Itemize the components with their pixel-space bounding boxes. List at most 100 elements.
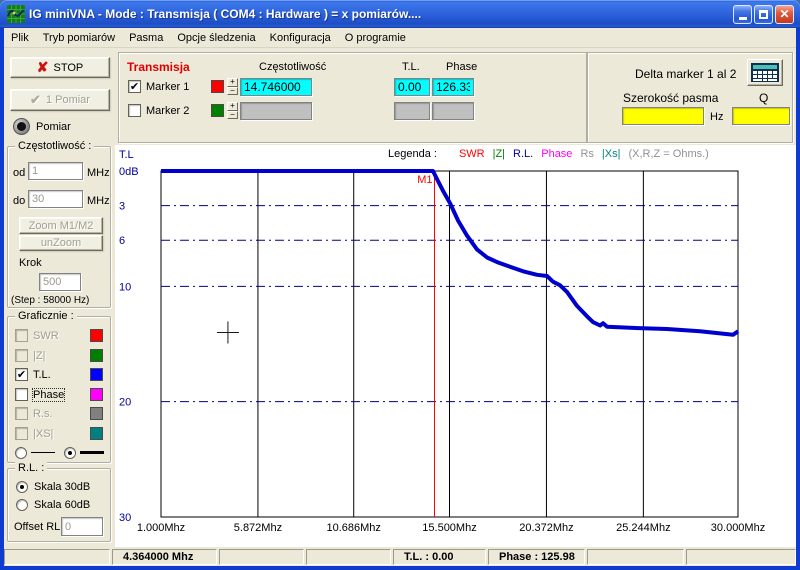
trace-checkbox-|XS|[interactable] <box>15 427 28 440</box>
window-border-right <box>796 28 800 566</box>
y-tick-label-0: 0dB <box>119 166 139 178</box>
line-thin-radio[interactable] <box>15 447 27 459</box>
krok-label: Krok <box>19 257 42 269</box>
marker2-label: Marker 2 <box>146 105 189 117</box>
x-tick-label-3: 15.500Mhz <box>422 522 476 534</box>
status-bar: 4.364000 MhzT.L. : 0.00Phase : 125.98 <box>4 547 796 566</box>
window-border-bottom <box>0 566 800 570</box>
x-tick-label-2: 10.686Mhz <box>326 522 380 534</box>
one-pomiar-label: 1 Pomiar <box>46 94 90 106</box>
menu-item-1[interactable]: Tryb pomiarów <box>36 30 122 46</box>
rl-scale-radio-0[interactable] <box>16 481 28 493</box>
trace-color-swatch-T.L. <box>90 368 103 381</box>
marker1-color-swatch <box>211 80 224 93</box>
x-tick-label-0: 1.000Mhz <box>137 522 185 534</box>
krok-input[interactable] <box>39 273 81 291</box>
status-panel-4: T.L. : 0.00 <box>393 549 486 565</box>
line-thick-radio[interactable] <box>64 447 76 459</box>
marker1-spin-down-button[interactable]: − <box>227 87 238 96</box>
menu-item-2[interactable]: Pasma <box>122 30 170 46</box>
status-panel-1: 4.364000 Mhz <box>112 549 217 565</box>
marker2-spin-up-button[interactable]: + <box>227 102 238 111</box>
trace-label-SWR: SWR <box>33 330 59 342</box>
rl-scale-label-0: Skala 30dB <box>34 481 90 493</box>
check-icon: ✔ <box>30 92 41 108</box>
legend-item-1: |Z| <box>493 148 505 160</box>
od-label: od <box>13 167 25 179</box>
marker1-checkbox[interactable]: ✔ <box>128 80 141 93</box>
trace-color-swatch-Phase <box>90 388 103 401</box>
menu-bar: PlikTryb pomiarówPasmaOpcje śledzeniaKon… <box>0 28 800 48</box>
close-button[interactable]: ✕ <box>775 5 794 24</box>
marker2-checkbox[interactable] <box>128 104 141 117</box>
offset-rl-input[interactable] <box>61 517 103 536</box>
marker2-freq-field[interactable] <box>240 102 312 120</box>
trace-checkbox-Phase[interactable] <box>15 388 28 401</box>
tl-column-header: T.L. <box>402 61 420 73</box>
minimize-icon <box>739 17 747 20</box>
q-field <box>732 107 790 125</box>
marker2-spin-down-button[interactable]: − <box>227 111 238 120</box>
marker1-freq-field[interactable] <box>240 78 312 96</box>
zoom-m1m2-button[interactable]: Zoom M1/M2 <box>19 217 103 234</box>
trace-checkbox-T.L.[interactable]: ✔ <box>15 368 28 381</box>
stop-button-label: STOP <box>53 62 83 74</box>
menu-item-0[interactable]: Plik <box>4 30 36 46</box>
marker1-phase-field <box>432 78 474 96</box>
freq-to-input[interactable] <box>28 190 83 208</box>
menu-item-5[interactable]: O programie <box>338 30 413 46</box>
y-tick-label-3: 10 <box>119 281 131 293</box>
legend-item-2: R.L. <box>513 148 533 160</box>
y-tick-label-2: 6 <box>119 235 125 247</box>
minimize-button[interactable] <box>733 5 752 24</box>
maximize-button[interactable] <box>754 5 773 24</box>
phase-column-header: Phase <box>446 61 477 73</box>
legend-item-4: Rs <box>580 148 593 160</box>
freq-from-input[interactable] <box>28 162 83 180</box>
y-tick-label-1: 3 <box>119 201 125 213</box>
offset-rl-label: Offset RL <box>14 521 60 533</box>
trace-checkbox-R.s.[interactable] <box>15 407 28 420</box>
pomiar-led-label: Pomiar <box>36 121 71 133</box>
do-unit-label: MHz <box>87 195 110 207</box>
stop-button[interactable]: ✘ STOP <box>10 57 110 78</box>
frequency-group-title: Częstotliwość : <box>15 140 94 152</box>
trace-label-Phase: Phase <box>33 389 64 401</box>
freq-column-header: Częstotliwość <box>259 61 326 73</box>
marker2-phase-field <box>432 102 474 120</box>
maximize-icon <box>759 10 768 19</box>
menu-item-3[interactable]: Opcje śledzenia <box>170 30 262 46</box>
trace-label-|Z|: |Z| <box>33 350 45 362</box>
marker1-spin-up-button[interactable]: + <box>227 78 238 87</box>
legend-title: Legenda : <box>388 148 437 160</box>
trace-color-swatch-|XS| <box>90 427 103 440</box>
trace-check-icon: ✔ <box>17 370 26 380</box>
rl-scale-radio-1[interactable] <box>16 499 28 511</box>
trace-checkbox-|Z|[interactable] <box>15 349 28 362</box>
status-panel-7 <box>686 549 796 565</box>
window-title: IG miniVNA - Mode : Transmisja ( COM4 : … <box>29 7 733 21</box>
marker1-spinner[interactable]: + − <box>227 78 238 95</box>
q-label: Q <box>759 91 768 105</box>
title-bar[interactable]: IG miniVNA - Mode : Transmisja ( COM4 : … <box>0 0 800 28</box>
marker-panel: Transmisja Częstotliwość T.L. Phase ✔ Ma… <box>118 52 793 143</box>
panel-divider <box>586 53 588 142</box>
one-pomiar-button[interactable]: ✔ 1 Pomiar <box>10 89 110 111</box>
y-tick-label-5: 30 <box>119 512 131 524</box>
calculator-button[interactable] <box>747 59 783 86</box>
legend-item-6: (X,R,Z = Ohms.) <box>628 148 708 160</box>
do-label: do <box>13 195 25 207</box>
marker2-spinner[interactable]: + − <box>227 102 238 119</box>
trace-label-T.L.: T.L. <box>33 369 51 381</box>
legend-item-3: Phase <box>541 148 572 160</box>
menu-item-4[interactable]: Konfiguracja <box>263 30 338 46</box>
rl-scale-label-1: Skala 60dB <box>34 499 90 511</box>
unzoom-button[interactable]: unZoom <box>19 235 103 251</box>
marker1-check-icon: ✔ <box>130 82 139 92</box>
calculator-icon <box>751 63 779 82</box>
status-panel-3 <box>306 549 391 565</box>
chart-canvas[interactable]: 0dB361020301.000Mhz5.872Mhz10.686Mhz15.5… <box>115 145 796 547</box>
trace-checkbox-SWR[interactable] <box>15 329 28 342</box>
stop-x-icon: ✘ <box>37 59 49 76</box>
status-panel-2 <box>219 549 304 565</box>
